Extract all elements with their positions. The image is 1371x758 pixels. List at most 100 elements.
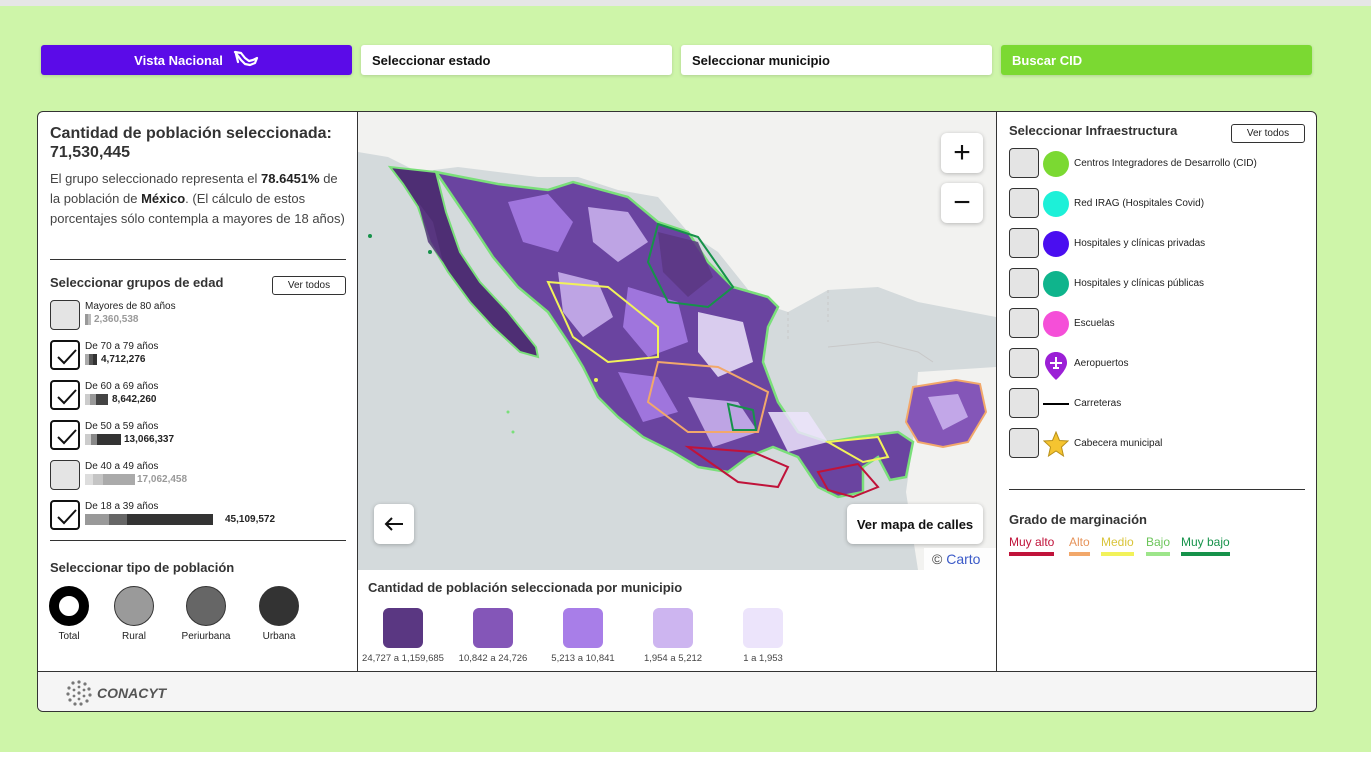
age-bar bbox=[85, 314, 91, 325]
age-value: 13,066,337 bbox=[124, 434, 175, 445]
pink-circle-icon bbox=[1043, 311, 1069, 337]
age-value: 17,062,458 bbox=[137, 474, 188, 485]
infra-row-private-hospitals[interactable]: Hospitales y clínicas privadas bbox=[1009, 228, 1309, 260]
age-row-40-49[interactable]: De 40 a 49 años 17,062,458 bbox=[50, 460, 350, 492]
marginalization-very-low: Muy bajo bbox=[1181, 535, 1230, 556]
age-groups-title: Seleccionar grupos de edad bbox=[50, 275, 224, 290]
age-checkbox-checked[interactable] bbox=[50, 380, 80, 410]
population-type-total[interactable]: Total bbox=[39, 586, 99, 642]
age-label: De 40 a 49 años bbox=[85, 461, 159, 472]
blue-circle-icon bbox=[1043, 231, 1069, 257]
legend-item: 1 a 1,953 bbox=[718, 608, 808, 664]
population-type-title: Seleccionar tipo de población bbox=[50, 560, 235, 575]
infra-row-roads[interactable]: Carreteras bbox=[1009, 388, 1309, 420]
radio-selected-icon[interactable] bbox=[49, 586, 89, 626]
right-panel: Seleccionar Infraestructura Ver todos Ce… bbox=[996, 112, 1316, 671]
infra-checkbox[interactable] bbox=[1009, 308, 1039, 338]
back-button[interactable] bbox=[374, 504, 414, 544]
age-row-80plus[interactable]: Mayores de 80 años 2,360,538 bbox=[50, 300, 350, 332]
legend-swatch bbox=[383, 608, 423, 648]
infra-label: Centros Integradores de Desarrollo (CID) bbox=[1074, 158, 1257, 169]
infra-row-cid[interactable]: Centros Integradores de Desarrollo (CID) bbox=[1009, 148, 1309, 180]
legend-label: 24,727 a 1,159,685 bbox=[362, 653, 444, 664]
infra-row-schools[interactable]: Escuelas bbox=[1009, 308, 1309, 340]
radio-rural-icon[interactable] bbox=[114, 586, 154, 626]
infra-row-public-hospitals[interactable]: Hospitales y clínicas públicas bbox=[1009, 268, 1309, 300]
infra-label: Cabecera municipal bbox=[1074, 438, 1163, 449]
age-checkbox[interactable] bbox=[50, 300, 80, 330]
population-type-urban[interactable]: Urbana bbox=[249, 586, 309, 642]
desc-text-1: El grupo seleccionado representa el bbox=[50, 171, 262, 186]
infra-label: Carreteras bbox=[1074, 398, 1122, 409]
search-cid-label: Buscar CID bbox=[1012, 52, 1083, 68]
marginalization-medium: Medio bbox=[1101, 535, 1134, 556]
age-row-18-39[interactable]: De 18 a 39 años 45,109,572 bbox=[50, 500, 350, 532]
age-row-50-59[interactable]: De 50 a 59 años 13,066,337 bbox=[50, 420, 350, 452]
age-bar bbox=[85, 474, 135, 485]
age-see-all-button[interactable]: Ver todos bbox=[272, 276, 346, 295]
conacyt-emblem-icon bbox=[66, 680, 92, 706]
national-view-label: Vista Nacional bbox=[134, 52, 223, 68]
divider bbox=[50, 259, 346, 260]
search-cid-button[interactable]: Buscar CID bbox=[1001, 45, 1312, 75]
marginalization-high: Alto bbox=[1069, 535, 1090, 556]
checkmark-icon bbox=[57, 509, 77, 525]
street-map-button[interactable]: Ver mapa de calles bbox=[847, 504, 983, 544]
zoom-in-button[interactable]: + bbox=[941, 133, 983, 173]
road-line-icon bbox=[1043, 391, 1069, 417]
carto-link[interactable]: Carto bbox=[946, 551, 980, 567]
zoom-out-button[interactable]: − bbox=[941, 183, 983, 223]
age-row-70-79[interactable]: De 70 a 79 años 4,712,276 bbox=[50, 340, 350, 372]
population-type-rural[interactable]: Rural bbox=[104, 586, 164, 642]
radio-urban-icon[interactable] bbox=[259, 586, 299, 626]
map-canvas[interactable]: + − Ver mapa de calles © Carto bbox=[358, 112, 996, 570]
age-checkbox-checked[interactable] bbox=[50, 500, 80, 530]
infra-row-municipal-seat[interactable]: Cabecera municipal bbox=[1009, 428, 1309, 460]
age-row-60-69[interactable]: De 60 a 69 años 8,642,260 bbox=[50, 380, 350, 412]
infra-checkbox[interactable] bbox=[1009, 188, 1039, 218]
select-municipality-label: Seleccionar municipio bbox=[692, 52, 830, 68]
select-state-label: Seleccionar estado bbox=[372, 52, 491, 68]
infra-checkbox[interactable] bbox=[1009, 428, 1039, 458]
age-checkbox-checked[interactable] bbox=[50, 420, 80, 450]
infra-checkbox[interactable] bbox=[1009, 348, 1039, 378]
radio-periurban-icon[interactable] bbox=[186, 586, 226, 626]
infra-checkbox[interactable] bbox=[1009, 268, 1039, 298]
population-type-label: Periurbana bbox=[181, 631, 231, 642]
left-panel: Cantidad de población seleccionada: 71,5… bbox=[38, 112, 358, 671]
infrastructure-see-all-button[interactable]: Ver todos bbox=[1231, 124, 1305, 143]
legend-item: 24,727 a 1,159,685 bbox=[358, 608, 448, 664]
age-checkbox-checked[interactable] bbox=[50, 340, 80, 370]
age-label: Mayores de 80 años bbox=[85, 301, 176, 312]
legend-swatch bbox=[473, 608, 513, 648]
green-circle-icon bbox=[1043, 151, 1069, 177]
age-value: 8,642,260 bbox=[112, 394, 157, 405]
infra-row-airports[interactable]: Aeropuertos bbox=[1009, 348, 1309, 380]
population-type-label: Total bbox=[58, 631, 80, 642]
marginalization-low: Bajo bbox=[1146, 535, 1171, 556]
divider bbox=[1009, 489, 1305, 490]
infra-label: Hospitales y clínicas públicas bbox=[1074, 278, 1205, 289]
mexico-choropleth-map bbox=[358, 112, 996, 570]
age-label: De 60 a 69 años bbox=[85, 381, 159, 392]
infra-row-irag[interactable]: Red IRAG (Hospitales Covid) bbox=[1009, 188, 1309, 220]
footer: CONACYT bbox=[38, 671, 1316, 711]
select-municipality-button[interactable]: Seleccionar municipio bbox=[681, 45, 992, 75]
age-checkbox[interactable] bbox=[50, 460, 80, 490]
infra-checkbox[interactable] bbox=[1009, 148, 1039, 178]
legend-item: 10,842 a 24,726 bbox=[448, 608, 538, 664]
checkmark-icon bbox=[57, 389, 77, 405]
teal-circle-icon bbox=[1043, 271, 1069, 297]
country-name: México bbox=[141, 191, 186, 206]
population-type-periurban[interactable]: Periurbana bbox=[176, 586, 236, 642]
age-value: 2,360,538 bbox=[94, 314, 139, 325]
age-bar bbox=[85, 514, 213, 525]
national-view-button[interactable]: Vista Nacional bbox=[41, 45, 352, 75]
legend-label: 10,842 a 24,726 bbox=[458, 653, 528, 664]
infra-checkbox[interactable] bbox=[1009, 388, 1039, 418]
select-state-button[interactable]: Seleccionar estado bbox=[361, 45, 672, 75]
infra-checkbox[interactable] bbox=[1009, 228, 1039, 258]
marginalization-title: Grado de marginación bbox=[1009, 512, 1147, 527]
checkmark-icon bbox=[57, 429, 77, 445]
legend-item: 5,213 a 10,841 bbox=[538, 608, 628, 664]
